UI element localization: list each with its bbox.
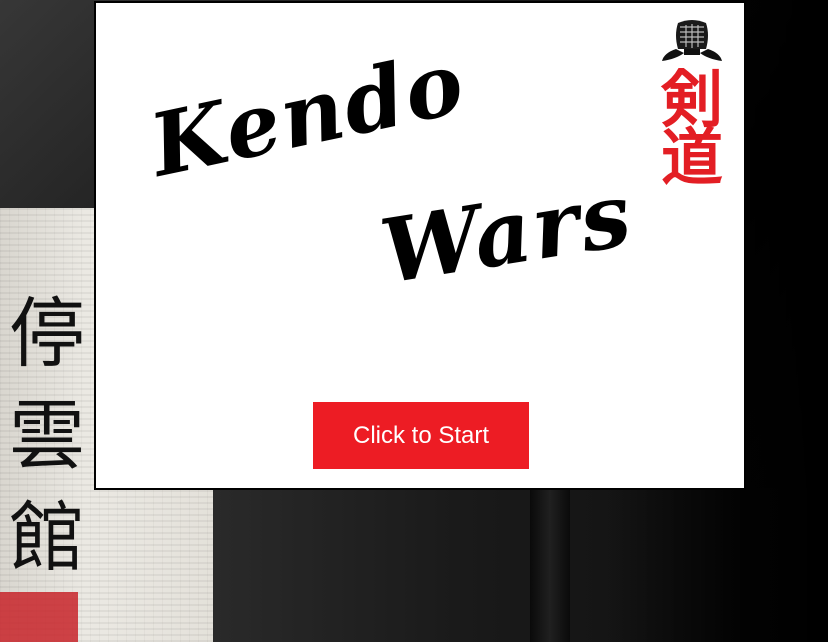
game-title-kendo: Kendo (142, 31, 474, 197)
scroll-character: 館 (9, 493, 85, 582)
kendo-mask-icon (662, 20, 722, 61)
game-title-wars: Wars (374, 161, 640, 304)
scroll-character: 雲 (9, 391, 85, 480)
background-pillar (530, 488, 570, 642)
game-stage: 停 雲 館 Kendo Wars 剣 道 Click to Start (0, 0, 828, 642)
scroll-character: 停 (9, 289, 85, 378)
kendo-logo: 剣 道 (652, 19, 732, 189)
start-button[interactable]: Click to Start (313, 402, 529, 469)
title-card: Kendo Wars 剣 道 Click to Start (94, 1, 746, 490)
scroll-seal (0, 592, 78, 642)
logo-kanji-do: 道 (660, 121, 723, 194)
